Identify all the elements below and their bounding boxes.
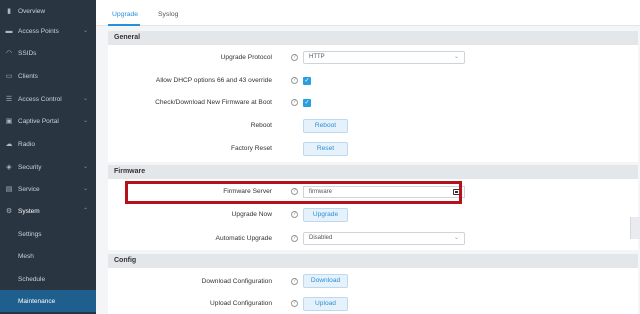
sidebar-item-overview[interactable]: ▮ Overview [0,0,96,22]
chevron-down-icon: ⌄ [82,96,88,102]
tab-upgrade[interactable]: Upgrade [112,11,138,18]
sidebar-item-label: Overview [18,7,46,15]
upload-button[interactable]: Upload [303,297,348,311]
section-header-general: General [108,31,638,45]
automatic-upgrade-label: Automatic Upgrade [215,235,272,242]
config-panel: Download Configuration ? Download Upload… [108,268,638,314]
sidebar-item-label: Mesh [18,252,34,260]
service-icon: ▤ [5,186,13,193]
sidebar-subitem-settings[interactable]: Settings [0,223,96,245]
help-icon[interactable]: ? [291,54,298,61]
sidebar-subitem-mesh[interactable]: Mesh [0,245,96,267]
chevron-down-icon: ⌄ [82,28,88,34]
card-icon [453,189,461,195]
sidebar-item-access-points[interactable]: ▬ Access Points ⌄ [0,20,96,42]
firmware-panel: Firmware Server ? firmware Upgrade Now ?… [108,179,638,250]
help-icon[interactable]: ? [291,77,298,84]
sidebar-item-label: Clients [18,72,38,80]
chevron-down-icon: ⌄ [82,186,88,192]
automatic-upgrade-select[interactable]: Disabled ⌄ [303,232,465,245]
help-icon[interactable]: ? [291,211,298,218]
access-point-icon: ▬ [5,27,13,35]
upgrade-protocol-select[interactable]: HTTP ⌄ [303,51,465,64]
firmware-server-label: Firmware Server [223,188,272,195]
tab-syslog[interactable]: Syslog [158,11,178,18]
help-icon[interactable]: ? [291,300,298,307]
sidebar-item-label: Settings [18,230,42,238]
general-panel: Upgrade Protocol ? HTTP ⌄ Allow DHCP opt… [108,45,638,162]
upload-config-label: Upload Configuration [210,300,272,307]
section-header-firmware: Firmware [108,165,638,179]
sidebar-item-label: Schedule [18,275,46,283]
upgrade-now-label: Upgrade Now [231,211,272,218]
reboot-label: Reboot [250,122,272,129]
monitor-icon: ▭ [5,73,13,80]
bar-chart-icon: ▮ [7,8,11,15]
help-icon[interactable]: ? [291,235,298,242]
main-content: Upgrade Syslog General Upgrade Protocol … [96,0,640,314]
sidebar-item-security[interactable]: ◈ Security ⌄ [0,156,96,178]
sidebar: ▮ Overview ▬ Access Points ⌄ ◠ SSIDs ▭ C… [0,0,96,314]
section-header-config: Config [108,254,638,268]
sidebar-item-radio[interactable]: ☁ Radio [0,133,96,155]
tab-bar: Upgrade Syslog [96,0,640,26]
side-panel-toggle[interactable] [630,217,640,239]
chevron-down-icon: ⌄ [82,164,88,170]
sidebar-item-label: Radio [18,140,35,148]
upgrade-button[interactable]: Upgrade [303,208,348,222]
help-icon[interactable]: ? [291,99,298,106]
factory-reset-label: Factory Reset [230,145,272,152]
dhcp-override-label: Allow DHCP options 66 and 43 override [155,77,272,84]
sidebar-item-label: Maintenance [18,297,56,305]
shield-icon: ◈ [6,164,12,171]
sidebar-item-clients[interactable]: ▭ Clients [0,65,96,87]
reset-button[interactable]: Reset [303,142,348,156]
download-config-label: Download Configuration [201,278,272,285]
cloud-icon: ☁ [5,141,13,148]
check-firmware-label: Check/Download New Firmware at Boot [155,99,272,106]
sidebar-item-system[interactable]: ⚙ System ⌃ [0,200,96,222]
captive-icon: ▣ [5,118,13,125]
chevron-down-icon: ⌄ [82,118,88,124]
firmware-server-input[interactable]: firmware [303,186,465,198]
chevron-down-icon: ⌄ [453,235,459,241]
input-value: firmware [309,189,333,195]
sidebar-subitem-schedule[interactable]: Schedule [0,268,96,290]
reboot-button[interactable]: Reboot [303,119,348,133]
chevron-down-icon: ⌄ [453,54,459,60]
active-tab-indicator [108,24,140,26]
sidebar-item-ssids[interactable]: ◠ SSIDs [0,42,96,64]
dhcp-override-checkbox[interactable]: ✓ [303,77,311,85]
list-icon: ☰ [5,96,13,103]
sidebar-item-label: SSIDs [18,49,37,57]
sidebar-item-service[interactable]: ▤ Service ⌄ [0,178,96,200]
select-value: Disabled [309,235,333,241]
sidebar-item-access-control[interactable]: ☰ Access Control ⌄ [0,88,96,110]
sidebar-subitem-maintenance[interactable]: Maintenance [0,290,96,312]
download-button[interactable]: Download [303,274,348,288]
upgrade-protocol-label: Upgrade Protocol [220,54,272,61]
select-value: HTTP [309,54,325,60]
help-icon[interactable]: ? [291,278,298,285]
help-icon[interactable]: ? [291,188,298,195]
gear-icon: ⚙ [5,208,13,215]
wifi-icon: ◠ [5,50,13,57]
check-firmware-checkbox[interactable]: ✓ [303,99,311,107]
chevron-up-icon: ⌃ [82,208,88,214]
sidebar-item-captive-portal[interactable]: ▣ Captive Portal ⌄ [0,110,96,132]
